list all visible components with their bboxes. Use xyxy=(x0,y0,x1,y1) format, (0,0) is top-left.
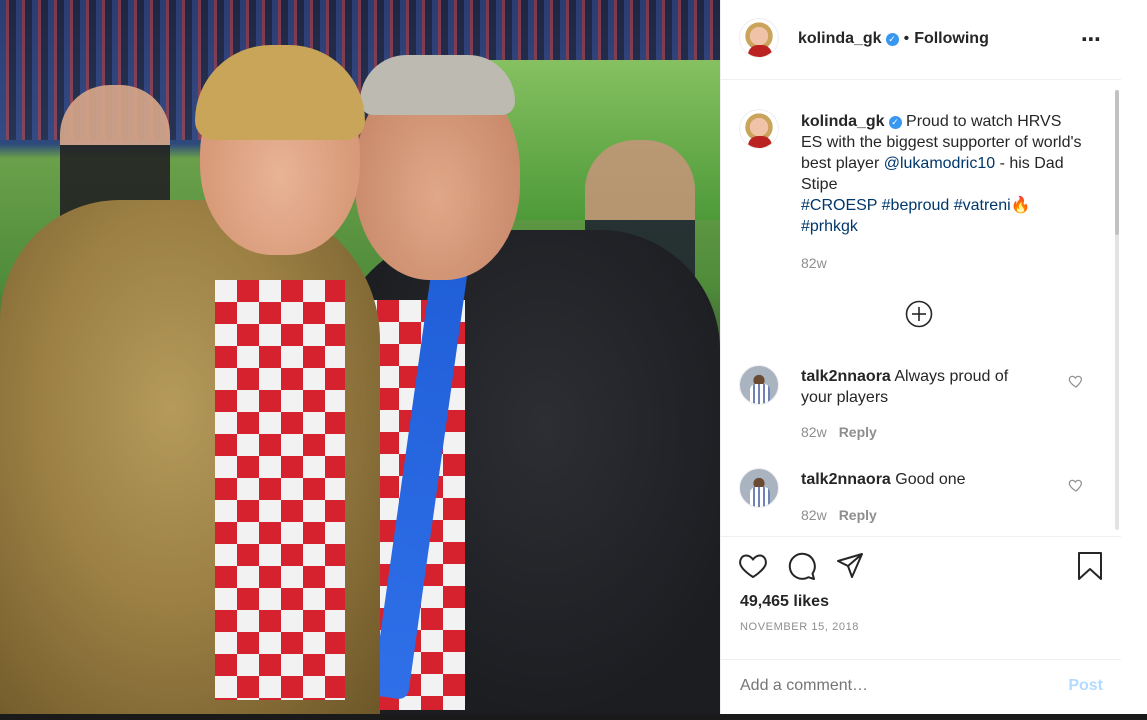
comment-age[interactable]: 82w xyxy=(801,507,827,523)
header-user-line: kolinda_gk ✓ • Following xyxy=(798,30,989,48)
comment-text: talk2nnaora Good one xyxy=(801,469,1031,490)
likes-count[interactable]: 49,465 likes xyxy=(740,593,829,611)
comments-section: kolinda_gk ✓ Proud to watch HRVS ES with … xyxy=(721,81,1122,536)
plus-circle-icon[interactable] xyxy=(904,299,934,329)
bookmark-icon[interactable] xyxy=(1075,551,1105,581)
verified-icon: ✓ xyxy=(885,33,899,46)
caption-age[interactable]: 82w xyxy=(801,255,827,271)
heart-icon[interactable] xyxy=(738,551,768,581)
post-button[interactable]: Post xyxy=(1068,677,1103,695)
reply-button[interactable]: Reply xyxy=(839,507,877,523)
avatar[interactable] xyxy=(739,468,779,508)
comment-username[interactable]: talk2nnaora xyxy=(801,368,891,385)
bottom-strip xyxy=(0,714,1147,720)
post-date[interactable]: NOVEMBER 15, 2018 xyxy=(740,621,859,633)
post-header: kolinda_gk ✓ • Following ⋯ xyxy=(721,0,1122,80)
woman-checkered-shirt xyxy=(215,280,345,700)
post-side-panel: kolinda_gk ✓ • Following ⋯ kolinda_gk ✓ Prou… xyxy=(720,0,1122,716)
reply-button[interactable]: Reply xyxy=(839,424,877,440)
separator-dot: • xyxy=(903,30,910,47)
comment-input[interactable] xyxy=(740,677,1040,695)
comments-scroll-thumb[interactable] xyxy=(1115,90,1119,235)
comment-icon[interactable] xyxy=(787,551,817,581)
verified-icon: ✓ xyxy=(888,116,902,129)
comment-meta: 82w Reply xyxy=(801,424,877,440)
caption-text: kolinda_gk ✓ Proud to watch HRVS ES with … xyxy=(801,111,1086,237)
hashtag-link[interactable]: #prhkgk xyxy=(801,218,858,235)
heart-icon[interactable] xyxy=(1068,373,1084,389)
avatar[interactable] xyxy=(739,109,779,149)
following-button[interactable]: Following xyxy=(914,30,989,47)
comment-username[interactable]: talk2nnaora xyxy=(801,471,891,488)
post-photo[interactable] xyxy=(0,0,720,720)
comment-body: Good one xyxy=(895,471,966,488)
post-actions: 49,465 likes NOVEMBER 15, 2018 Post xyxy=(721,536,1122,716)
page-background xyxy=(1121,0,1147,720)
mention-link[interactable]: @lukamodric10 xyxy=(884,155,995,172)
avatar[interactable] xyxy=(739,365,779,405)
hashtag-link[interactable]: #CROESP xyxy=(801,197,877,214)
comment-age[interactable]: 82w xyxy=(801,424,827,440)
hashtag-link[interactable]: #vatreni🔥 xyxy=(954,197,1031,214)
heart-icon[interactable] xyxy=(1068,477,1084,493)
comment-meta: 82w Reply xyxy=(801,507,877,523)
caption-username[interactable]: kolinda_gk xyxy=(801,113,885,130)
instagram-post-modal: kolinda_gk ✓ • Following ⋯ kolinda_gk ✓ Prou… xyxy=(0,0,1147,720)
add-comment-bar: Post xyxy=(721,659,1122,717)
share-icon[interactable] xyxy=(835,551,865,581)
comment-text: talk2nnaora Always proud of your players xyxy=(801,366,1031,408)
avatar[interactable] xyxy=(739,18,779,58)
username-link[interactable]: kolinda_gk xyxy=(798,30,882,47)
more-options-icon[interactable]: ⋯ xyxy=(1081,27,1102,52)
man-hair xyxy=(360,55,515,115)
hashtag-link[interactable]: #beproud xyxy=(882,197,950,214)
